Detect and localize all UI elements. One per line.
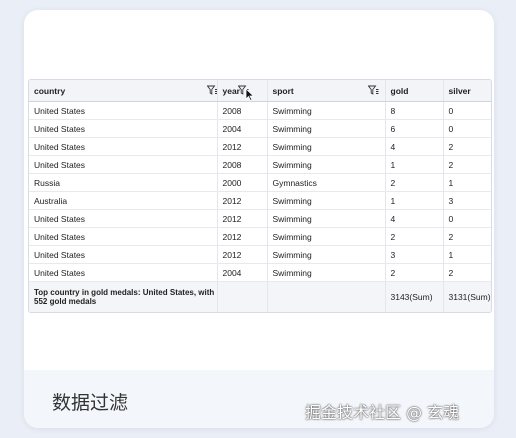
table-row[interactable]: United States 2012 Swimming 4 0	[29, 209, 491, 228]
table-row[interactable]: United States 2012 Swimming 3 1	[29, 245, 491, 264]
cell-silver[interactable]: 3	[443, 191, 491, 210]
cell-gold[interactable]: 1	[385, 191, 444, 210]
watermark-text: 掘金技术社区 @ 玄魂	[305, 403, 460, 422]
cell-year[interactable]: 2004	[217, 119, 268, 138]
cell-gold[interactable]: 8	[385, 101, 444, 120]
summary-cell-sport	[267, 281, 386, 312]
cell-country[interactable]: United States	[29, 119, 218, 138]
cell-country[interactable]: United States	[29, 263, 218, 282]
column-header-label: silver	[448, 85, 471, 96]
cell-country[interactable]: United States	[29, 209, 218, 228]
cell-year[interactable]: 2004	[217, 263, 268, 282]
column-header-1[interactable]: year	[217, 80, 268, 102]
cell-gold[interactable]: 2	[385, 263, 444, 282]
cell-sport[interactable]: Swimming	[267, 209, 386, 228]
cell-gold[interactable]: 3	[385, 245, 444, 264]
cell-gold[interactable]: 1	[385, 155, 444, 174]
cell-gold[interactable]: 4	[385, 137, 444, 156]
cell-silver[interactable]: 2	[443, 155, 491, 174]
cell-year[interactable]: 2012	[217, 245, 268, 264]
summary-text: Top country in gold medals: United State…	[29, 281, 218, 312]
header-row: country year sport gold silver	[29, 80, 491, 102]
cell-gold[interactable]: 4	[385, 209, 444, 228]
column-header-label: country	[34, 85, 66, 96]
table-row[interactable]: Russia 2000 Gymnastics 2 1	[29, 173, 491, 192]
cell-sport[interactable]: Swimming	[267, 227, 386, 246]
cell-silver[interactable]: 1	[443, 173, 491, 192]
cell-country[interactable]: United States	[29, 245, 218, 264]
summary-cell-year	[217, 281, 268, 312]
column-header-label: sport	[272, 85, 294, 96]
cell-silver[interactable]: 2	[443, 263, 491, 282]
table-row[interactable]: United States 2004 Swimming 6 0	[29, 119, 491, 138]
cell-year[interactable]: 2012	[217, 137, 268, 156]
cell-silver[interactable]: 0	[443, 101, 491, 120]
cell-sport[interactable]: Swimming	[267, 245, 386, 264]
cell-country[interactable]: Russia	[29, 173, 218, 192]
column-header-0[interactable]: country	[29, 80, 218, 102]
column-header-2[interactable]: sport	[267, 80, 386, 102]
summary-row: Top country in gold medals: United State…	[29, 281, 491, 312]
cell-sport[interactable]: Swimming	[267, 101, 386, 120]
cell-gold[interactable]: 2	[385, 227, 444, 246]
table-row[interactable]: United States 2008 Swimming 8 0	[29, 101, 491, 120]
cell-year[interactable]: 2008	[217, 101, 268, 120]
filter-icon[interactable]	[207, 85, 217, 96]
cell-sport[interactable]: Swimming	[267, 191, 386, 210]
cell-country[interactable]: Australia	[29, 191, 218, 210]
cell-sport[interactable]: Swimming	[267, 119, 386, 138]
table-row[interactable]: United States 2004 Swimming 2 2	[29, 263, 491, 282]
column-header-4[interactable]: silver	[443, 80, 491, 102]
cell-silver[interactable]: 0	[443, 119, 491, 138]
table-row[interactable]: Australia 2012 Swimming 1 3	[29, 191, 491, 210]
column-header-3[interactable]: gold	[385, 80, 444, 102]
cell-sport[interactable]: Swimming	[267, 263, 386, 282]
cell-country[interactable]: United States	[29, 101, 218, 120]
cell-silver[interactable]: 2	[443, 227, 491, 246]
cell-gold[interactable]: 6	[385, 119, 444, 138]
mouse-cursor-icon	[245, 88, 255, 101]
cell-year[interactable]: 2012	[217, 191, 268, 210]
grid-table: country year sport gold silver United States…	[29, 80, 491, 312]
table-row[interactable]: United States 2008 Swimming 1 2	[29, 155, 491, 174]
table-row[interactable]: United States 2012 Swimming 2 2	[29, 227, 491, 246]
demo-card: country year sport gold silver United States…	[24, 10, 494, 428]
cell-year[interactable]: 2012	[217, 209, 268, 228]
table-row[interactable]: United States 2012 Swimming 4 2	[29, 137, 491, 156]
cell-year[interactable]: 2012	[217, 227, 268, 246]
cell-silver[interactable]: 2	[443, 137, 491, 156]
gold-sum: 3143(Sum)	[385, 281, 444, 312]
silver-sum: 3131(Sum)	[443, 281, 491, 312]
caption-title: 数据过滤	[52, 392, 129, 414]
cell-sport[interactable]: Swimming	[267, 155, 386, 174]
cell-sport[interactable]: Swimming	[267, 137, 386, 156]
cell-gold[interactable]: 2	[385, 173, 444, 192]
column-header-label: gold	[390, 85, 409, 96]
cell-country[interactable]: United States	[29, 227, 218, 246]
cell-sport[interactable]: Gymnastics	[267, 173, 386, 192]
data-grid: country year sport gold silver United States…	[28, 79, 492, 313]
cell-silver[interactable]: 0	[443, 209, 491, 228]
cell-year[interactable]: 2008	[217, 155, 268, 174]
cell-silver[interactable]: 1	[443, 245, 491, 264]
cell-year[interactable]: 2000	[217, 173, 268, 192]
cell-country[interactable]: United States	[29, 137, 218, 156]
cell-country[interactable]: United States	[29, 155, 218, 174]
filter-icon[interactable]	[367, 85, 379, 96]
